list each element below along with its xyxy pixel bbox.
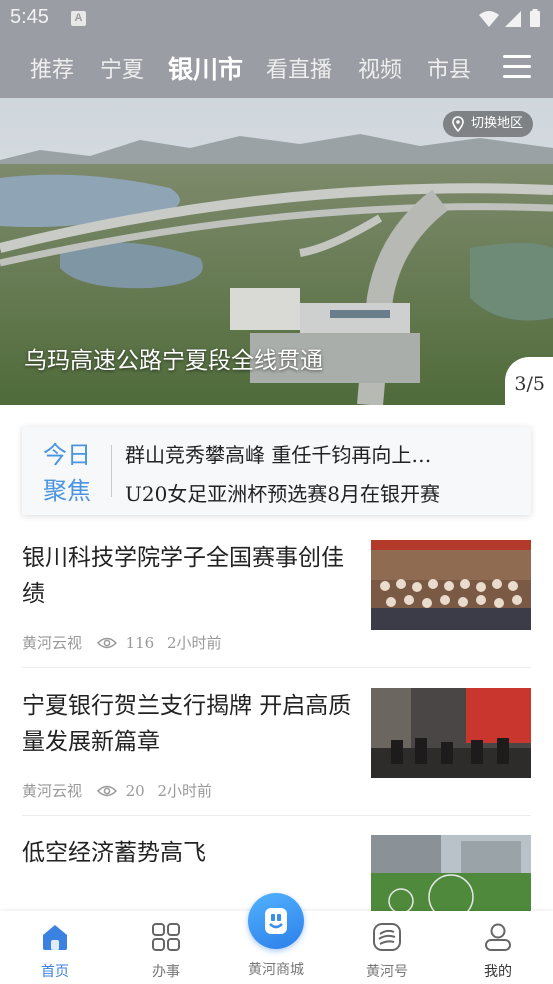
focus-label-line1: 今日 (43, 441, 91, 469)
hero-pager: 3/5 (514, 373, 545, 395)
nav-home-label: 首页 (41, 964, 69, 980)
hero-banner[interactable]: 切换地区 乌玛高速公路宁夏段全线贯通 3/5 (0, 98, 553, 405)
focus-headline-2[interactable]: U20女足亚洲杯预选赛8月在银开赛 (125, 478, 440, 507)
hero-caption: 乌玛高速公路宁夏段全线贯通 (24, 348, 323, 374)
news-time: 2小时前 (167, 634, 222, 652)
news-time: 2小时前 (157, 782, 212, 800)
tab-counties[interactable]: 市县 (427, 52, 471, 84)
news-separator (22, 667, 531, 668)
wifi-icon (479, 11, 499, 27)
status-time: 5:45 (10, 6, 49, 28)
channel-tabs: 推荐 宁夏 银川市 看直播 视频 市县 (0, 46, 553, 88)
notification-icon: A (71, 11, 86, 26)
nav-profile[interactable]: 我的 (453, 911, 543, 984)
news-thumbnail (371, 540, 531, 630)
yellow-river-icon (373, 923, 401, 951)
focus-label-line2: 聚焦 (43, 477, 91, 505)
switch-region-label: 切换地区 (470, 116, 523, 131)
news-separator (22, 815, 531, 816)
news-thumbnail (371, 835, 531, 911)
top-header: 5:45 A 推荐 宁夏 银川市 看直播 视频 市县 (0, 0, 553, 98)
today-focus-box: 今日 聚焦 群山竞秀攀高峰 重任千钧再向上… U20女足亚洲杯预选赛8月在银开赛 (22, 427, 531, 515)
news-thumbnail (371, 688, 531, 778)
nav-mall[interactable]: 黄河商城 (231, 893, 321, 984)
nav-home[interactable]: 首页 (10, 911, 100, 984)
status-icons (479, 9, 540, 27)
nav-services[interactable]: 办事 (121, 911, 211, 984)
nav-profile-label: 我的 (484, 964, 512, 980)
news-source: 黄河云视 (22, 634, 83, 652)
nav-yellow-river-label: 黄河号 (366, 964, 408, 980)
nav-services-label: 办事 (152, 964, 180, 980)
bottom-navigation: 首页 办事 黄河商城 黄河号 我的 (0, 893, 553, 984)
nav-mall-label: 黄河商城 (248, 962, 304, 978)
news-views: 116 (125, 634, 155, 652)
status-bar: 5:45 A (0, 0, 553, 36)
news-title: 银川科技学院学子全国赛事创佳绩 (22, 545, 344, 607)
news-title: 宁夏银行贺兰支行揭牌 开启高质量发展新篇章 (22, 693, 352, 755)
home-icon (43, 925, 67, 950)
tab-ningxia[interactable]: 宁夏 (100, 52, 144, 84)
tab-yinchuan[interactable]: 银川市 (168, 50, 243, 86)
tab-video[interactable]: 视频 (358, 52, 402, 84)
signal-icon (505, 11, 521, 27)
menu-icon[interactable] (503, 55, 531, 79)
views-icon (96, 785, 117, 797)
news-meta: 黄河云视 20 2小时前 (22, 780, 212, 801)
nav-yellow-river[interactable]: 黄河号 (342, 911, 432, 984)
tab-live[interactable]: 看直播 (266, 52, 332, 84)
tab-recommend[interactable]: 推荐 (30, 52, 74, 84)
news-title: 低空经济蓄势高飞 (22, 840, 206, 866)
focus-divider (111, 445, 112, 497)
news-views: 20 (125, 782, 145, 800)
user-icon (485, 923, 511, 951)
news-source: 黄河云视 (22, 782, 83, 800)
switch-region-button[interactable]: 切换地区 (442, 111, 533, 137)
news-item[interactable]: 宁夏银行贺兰支行揭牌 开启高质量发展新篇章 黄河云视 20 2小时前 (22, 688, 531, 816)
mall-icon (248, 893, 304, 949)
views-icon (96, 637, 117, 649)
grid-icon (152, 923, 180, 951)
focus-headline-1[interactable]: 群山竞秀攀高峰 重任千钧再向上… (125, 439, 431, 468)
battery-icon (530, 9, 540, 27)
today-focus-label: 今日 聚焦 (43, 437, 95, 509)
news-meta: 黄河云视 116 2小时前 (22, 632, 222, 653)
news-item[interactable]: 银川科技学院学子全国赛事创佳绩 黄河云视 116 2小时前 (22, 540, 531, 668)
location-pin-icon (452, 116, 464, 132)
